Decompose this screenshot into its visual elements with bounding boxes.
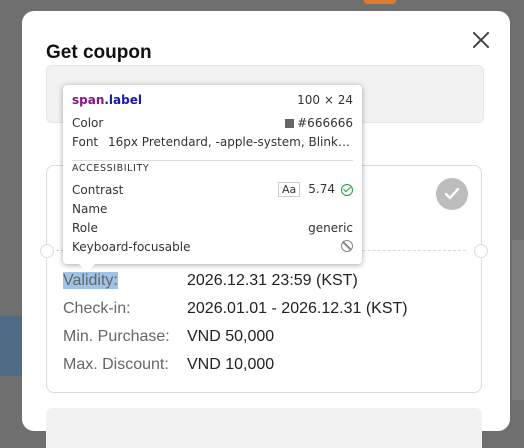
max-discount-value: VND 10,000 bbox=[187, 356, 275, 373]
min-purchase-label: Min. Purchase: bbox=[63, 328, 170, 345]
checkin-value: 2026.01.01 - 2026.12.31 (KST) bbox=[187, 300, 408, 317]
tooltip-arrow bbox=[79, 264, 95, 272]
coupon-notch-left bbox=[40, 244, 54, 258]
backdrop-panel bbox=[512, 240, 524, 400]
inspector-separator bbox=[72, 160, 353, 161]
coupon-notch-right bbox=[474, 244, 488, 258]
checkin-label: Check-in: bbox=[63, 300, 131, 317]
role-value: generic bbox=[308, 221, 353, 235]
color-value: #666666 bbox=[285, 116, 353, 130]
font-label: Font bbox=[72, 135, 99, 149]
focusable-label: Keyboard-focusable bbox=[72, 240, 191, 254]
color-label: Color bbox=[72, 116, 104, 130]
check-circle-icon[interactable] bbox=[436, 178, 468, 210]
contrast-value: Aa 5.74 bbox=[278, 182, 353, 197]
next-coupon-card bbox=[46, 408, 482, 448]
min-purchase-value: VND 50,000 bbox=[187, 328, 275, 345]
color-swatch-icon bbox=[285, 119, 295, 128]
validity-value: 2026.12.31 23:59 (KST) bbox=[187, 272, 358, 289]
name-label: Name bbox=[72, 202, 108, 216]
font-value: 16px Pretendard, -apple-system, BlinkMa.… bbox=[108, 135, 356, 149]
contrast-label: Contrast bbox=[72, 183, 124, 197]
backdrop-image bbox=[0, 316, 22, 376]
inspector-tooltip: span.label 100 × 24 Color #666666 Font 1… bbox=[63, 85, 362, 272]
max-discount-label: Max. Discount: bbox=[63, 356, 169, 373]
role-label: Role bbox=[72, 221, 98, 235]
backdrop-accent bbox=[364, 0, 396, 4]
accessibility-header: ACCESSIBILITY bbox=[72, 163, 150, 174]
element-dimensions: 100 × 24 bbox=[297, 93, 353, 107]
element-selector: span.label bbox=[72, 93, 142, 107]
modal-title: Get coupon bbox=[46, 42, 152, 63]
aa-badge: Aa bbox=[278, 182, 301, 197]
validity-label: Validity: bbox=[63, 272, 118, 289]
not-focusable-icon bbox=[341, 240, 353, 255]
check-icon bbox=[341, 183, 353, 196]
close-icon[interactable] bbox=[468, 27, 494, 53]
